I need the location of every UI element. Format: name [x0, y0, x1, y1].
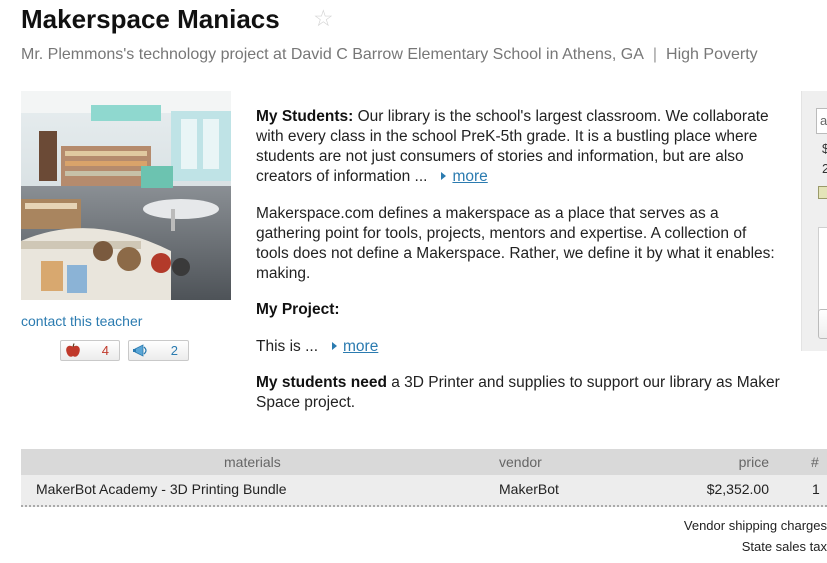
my-students-paragraph: My Students: Our library is the school's…: [256, 107, 781, 187]
header-materials: materials: [224, 454, 281, 470]
donation-sidebar: a $ 2: [801, 91, 827, 351]
sidebar-amount-text: $: [822, 141, 827, 156]
megaphone-icon: [133, 344, 147, 357]
apple-icon: [66, 343, 80, 357]
row-vendor: MakerBot: [499, 481, 559, 497]
funding-progress-bar: [818, 186, 827, 199]
project-subtitle: Mr. Plemmons's technology project at Dav…: [21, 46, 758, 64]
header-price: price: [738, 454, 769, 470]
apples-counter[interactable]: 4: [60, 340, 120, 361]
expand-arrow-icon: [441, 172, 447, 180]
materials-table: materials vendor price # MakerBot Academ…: [21, 449, 827, 563]
header-qty: #: [811, 454, 819, 470]
contact-teacher-link[interactable]: contact this teacher: [21, 313, 142, 329]
row-price: $2,352.00: [706, 481, 769, 497]
project-more-link[interactable]: more: [343, 338, 378, 355]
my-students-heading: My Students:: [256, 108, 354, 125]
materials-table-header: materials vendor price #: [21, 449, 827, 475]
header-vendor: vendor: [499, 454, 542, 470]
my-project-heading: My Project:: [256, 300, 781, 320]
sidebar-panel: [818, 227, 827, 319]
favorite-star-icon[interactable]: ☆: [313, 7, 334, 30]
expand-arrow-icon: [332, 342, 338, 350]
shipping-charges-label: Vendor shipping charges: [683, 518, 827, 533]
students-need-paragraph: My students need a 3D Printer and suppli…: [256, 373, 781, 413]
apples-count: 4: [101, 343, 109, 358]
sidebar-button[interactable]: [818, 309, 827, 339]
students-more-link[interactable]: more: [452, 168, 487, 185]
row-qty: 1: [812, 481, 820, 497]
shares-count: 2: [170, 343, 178, 358]
poverty-level: High Poverty: [666, 46, 758, 63]
project-title: Makerspace Maniacs: [21, 4, 280, 34]
classroom-photo: [21, 91, 231, 300]
shares-counter[interactable]: 2: [128, 340, 189, 361]
my-project-paragraph: This is ... more: [256, 337, 781, 357]
my-project-text: This is ...: [256, 338, 319, 355]
makerspace-paragraph: Makerspace.com defines a makerspace as a…: [256, 205, 775, 282]
table-footer: Vendor shipping charges State sales tax: [21, 507, 827, 563]
sales-tax-label: State sales tax: [741, 539, 827, 554]
donation-amount-input[interactable]: a: [816, 108, 827, 134]
subtitle-separator: |: [652, 46, 658, 63]
row-material: MakerBot Academy - 3D Printing Bundle: [36, 481, 287, 497]
my-project-heading-text: My Project:: [256, 301, 340, 318]
students-need-heading: My students need: [256, 374, 387, 391]
table-row: MakerBot Academy - 3D Printing Bundle Ma…: [21, 475, 827, 507]
sidebar-count-text: 2: [822, 161, 827, 176]
teacher-school-line: Mr. Plemmons's technology project at Dav…: [21, 46, 644, 63]
